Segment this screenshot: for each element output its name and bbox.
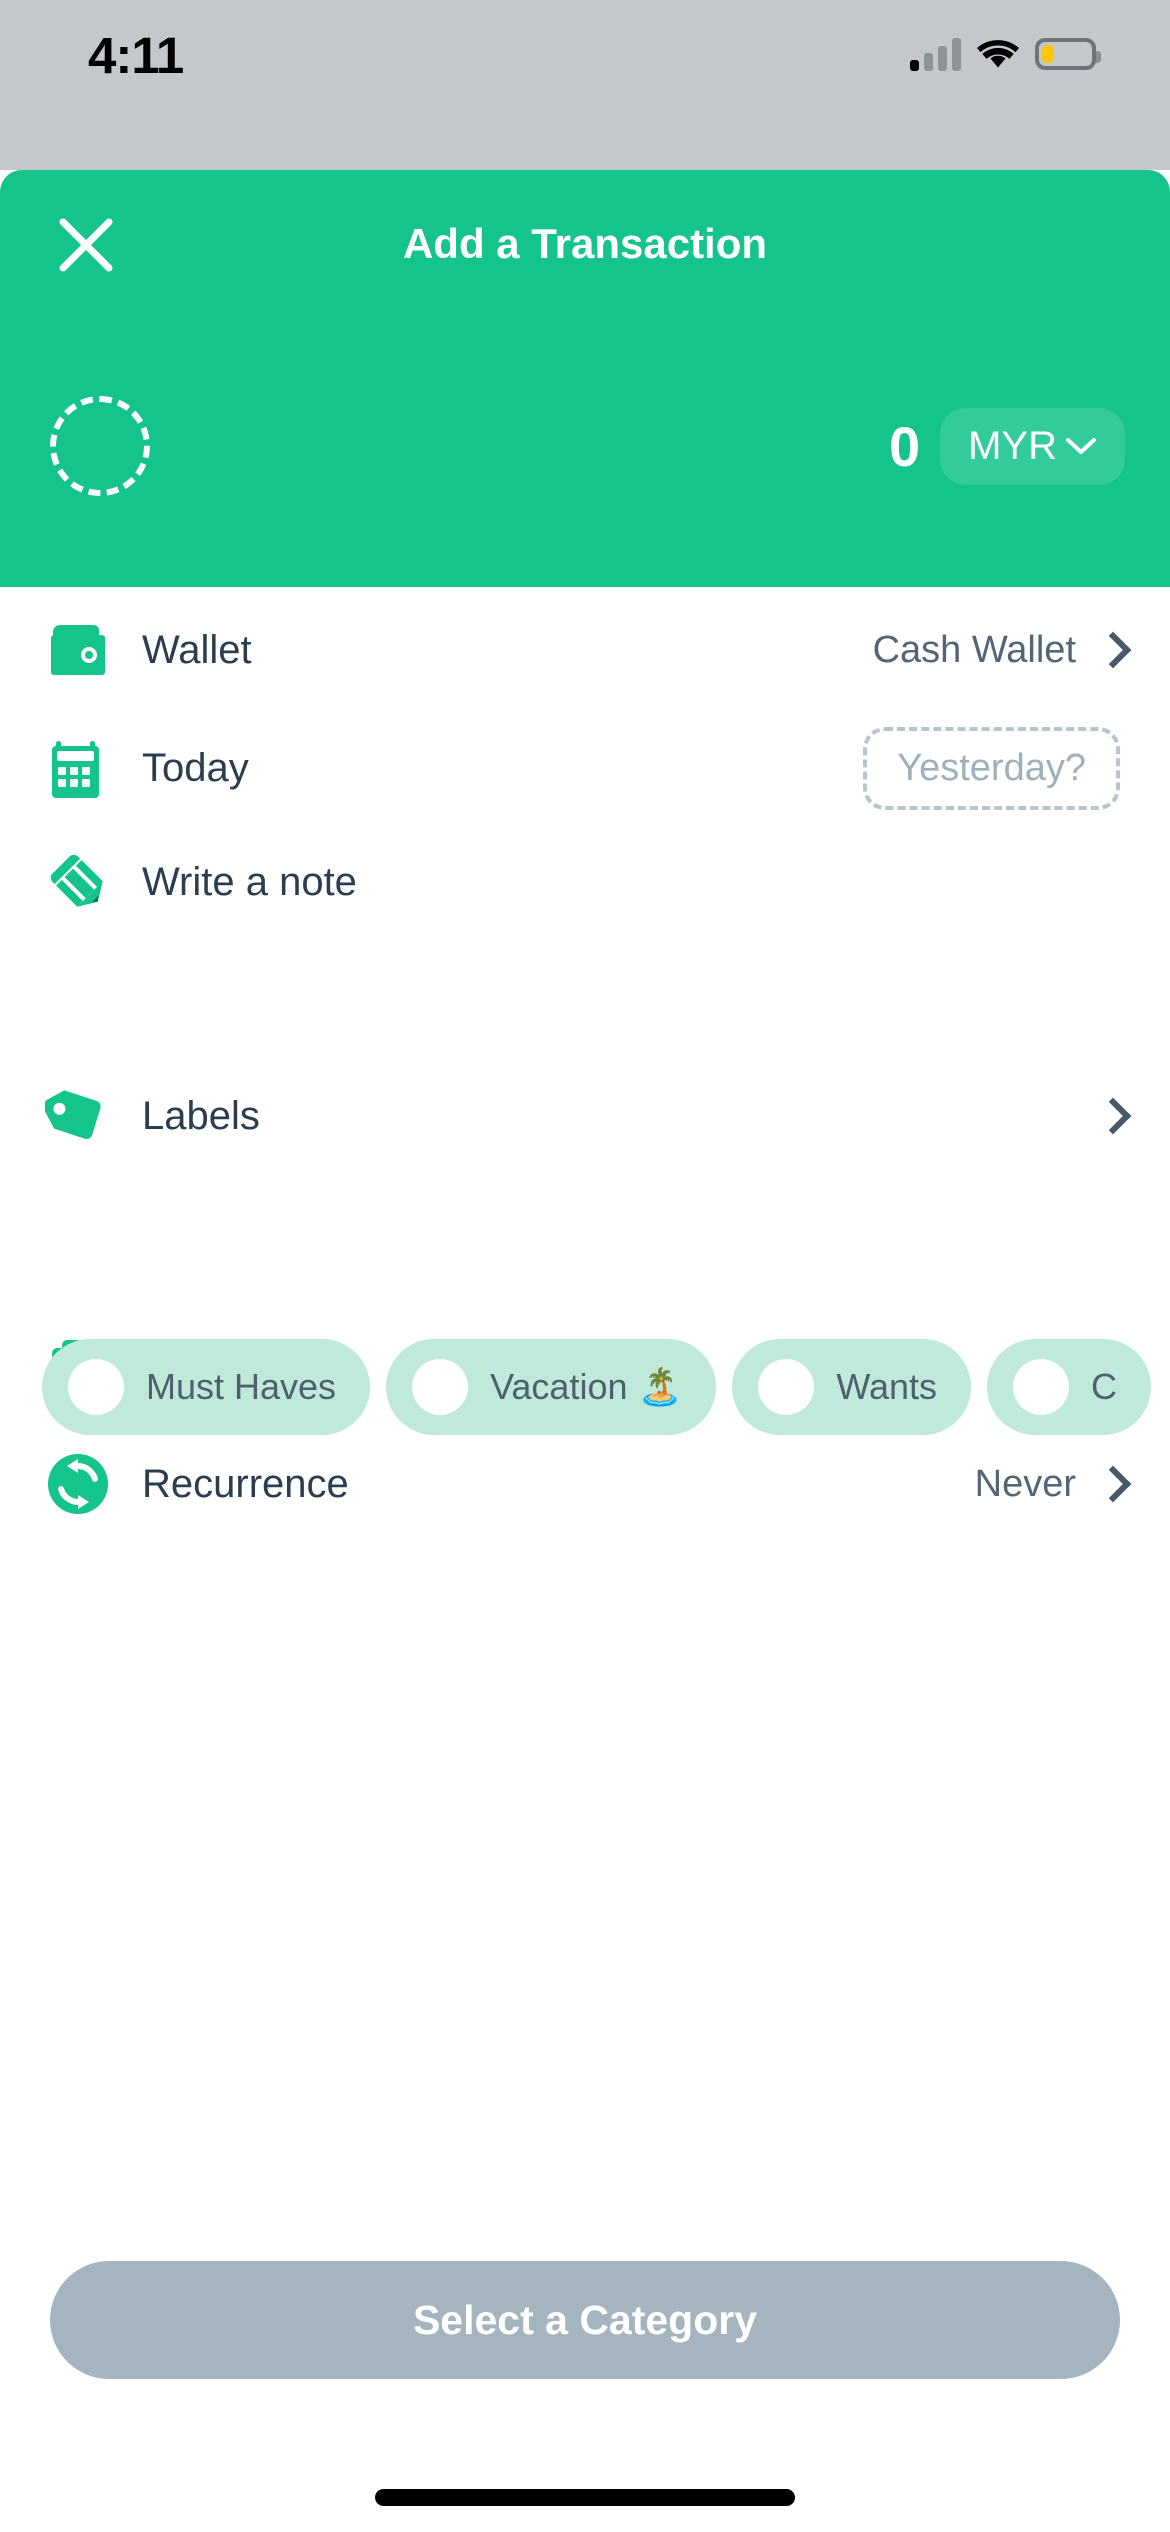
label-chips-strip[interactable]: Must Haves Vacation 🏝️ Wants C xyxy=(0,1335,1170,1439)
recurrence-refresh-icon xyxy=(42,1448,114,1520)
label-chip[interactable]: Wants xyxy=(732,1339,971,1435)
status-bar-indicators xyxy=(910,32,1096,76)
row-labels[interactable]: Labels xyxy=(0,1057,1170,1175)
wallet-icon xyxy=(42,614,114,686)
yesterday-suggestion-button[interactable]: Yesterday? xyxy=(863,727,1120,810)
label-chip[interactable]: Must Haves xyxy=(42,1339,370,1435)
row-label: Write a note xyxy=(142,860,1120,905)
dashed-circle-category-placeholder[interactable] xyxy=(50,396,150,496)
calendar-icon xyxy=(42,732,114,804)
status-bar-time: 4:11 xyxy=(88,26,183,85)
row-wallet[interactable]: Wallet Cash Wallet xyxy=(0,587,1170,713)
recurrence-value: Never xyxy=(975,1463,1076,1506)
row-recurrence[interactable]: Recurrence Never xyxy=(0,1425,1170,1543)
wifi-icon xyxy=(977,38,1019,70)
row-date[interactable]: Today Yesterday? xyxy=(0,713,1170,823)
chevron-down-icon xyxy=(1065,436,1097,456)
chevron-right-icon xyxy=(1098,1465,1120,1503)
amount-and-currency: 0 MYR xyxy=(889,408,1125,485)
chip-label: Vacation 🏝️ xyxy=(490,1366,682,1408)
currency-code-label: MYR xyxy=(968,424,1057,469)
row-label: Recurrence xyxy=(142,1462,975,1507)
chip-label: Wants xyxy=(836,1366,937,1408)
chip-radio-icon[interactable] xyxy=(68,1359,124,1415)
battery-low-icon xyxy=(1035,38,1096,70)
chip-label: Must Haves xyxy=(146,1366,336,1408)
amount-input[interactable]: 0 xyxy=(889,414,920,479)
chip-radio-icon[interactable] xyxy=(758,1359,814,1415)
label-chip[interactable]: C xyxy=(987,1339,1151,1435)
tag-icon xyxy=(42,1080,114,1152)
select-category-button[interactable]: Select a Category xyxy=(50,2261,1120,2379)
label-chip[interactable]: Vacation 🏝️ xyxy=(386,1339,716,1435)
row-note[interactable]: Write a note xyxy=(0,827,1170,937)
chevron-right-icon xyxy=(1098,631,1120,669)
status-bar: 4:11 xyxy=(0,0,1170,170)
cellular-signal-icon xyxy=(910,38,961,71)
home-indicator xyxy=(375,2489,795,2506)
row-label: Today xyxy=(142,746,863,791)
chip-radio-icon[interactable] xyxy=(412,1359,468,1415)
chip-label: C xyxy=(1091,1366,1117,1408)
wallet-value: Cash Wallet xyxy=(873,629,1076,672)
header: Add a Transaction 0 MYR xyxy=(0,170,1170,587)
chip-radio-icon[interactable] xyxy=(1013,1359,1069,1415)
row-label: Wallet xyxy=(142,628,873,673)
add-transaction-screen: 4:11 Add a Transaction 0 xyxy=(0,0,1170,2532)
row-label: Labels xyxy=(142,1094,1098,1139)
chevron-right-icon xyxy=(1098,1097,1120,1135)
pencil-icon xyxy=(42,846,114,918)
amount-row: 0 MYR xyxy=(0,366,1170,526)
page-title: Add a Transaction xyxy=(0,220,1170,268)
currency-selector[interactable]: MYR xyxy=(940,408,1125,485)
